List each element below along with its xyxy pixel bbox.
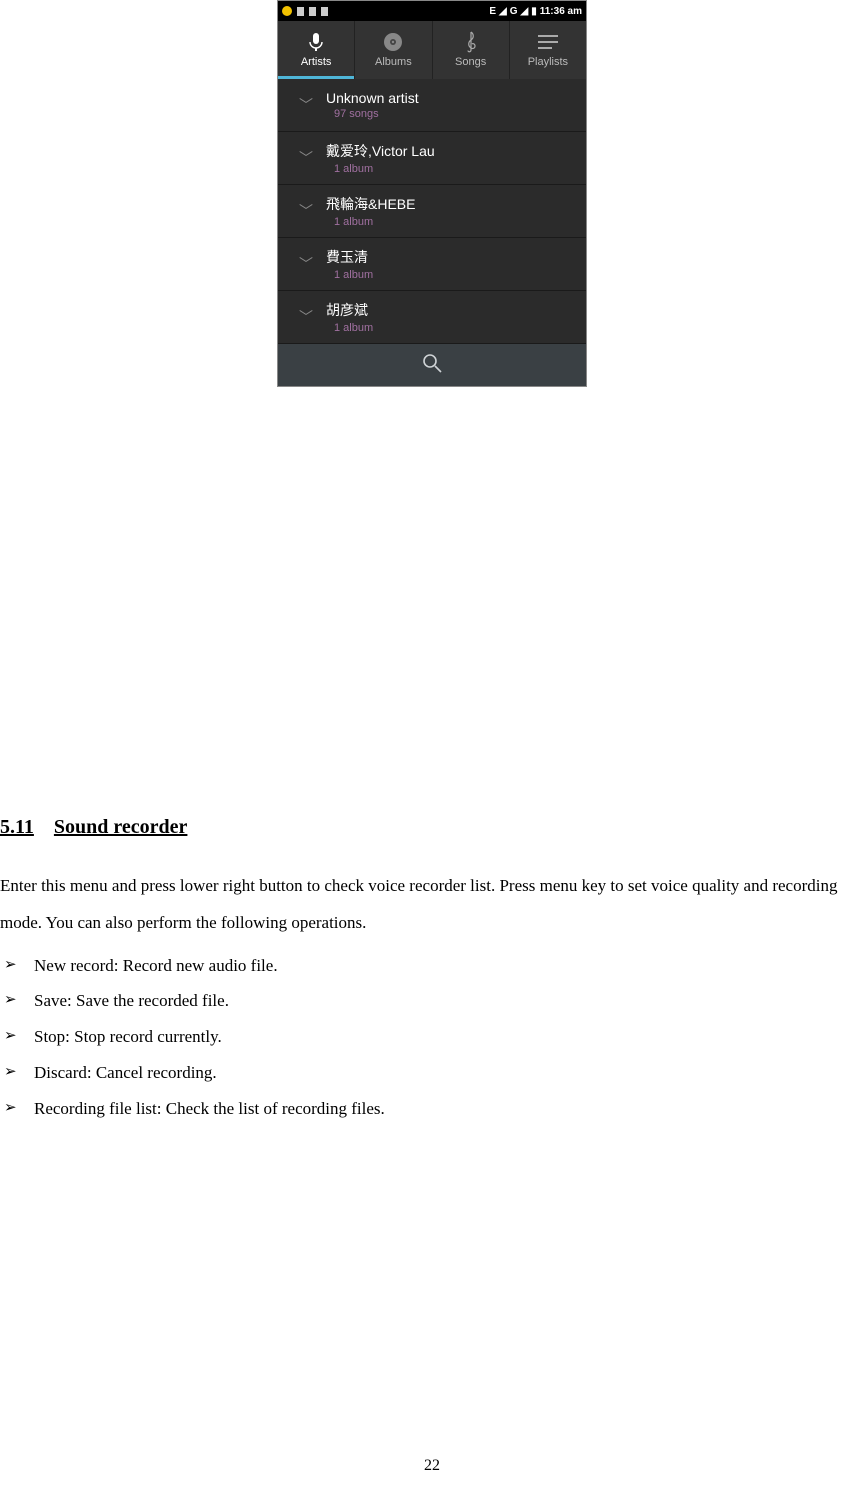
notification-icon — [282, 6, 292, 16]
bullet-item: ➢ Save: Save the recorded file. — [4, 983, 860, 1019]
artist-subtitle: 97 songs — [326, 108, 419, 120]
arrow-icon: ➢ — [4, 1091, 22, 1127]
network-e-icon: E — [489, 6, 496, 17]
chevron-down-icon[interactable]: ﹀ — [286, 95, 326, 115]
artist-name: 費玉清 — [326, 247, 373, 267]
tab-songs[interactable]: Songs — [433, 21, 510, 79]
treble-clef-icon — [461, 32, 481, 52]
tab-label: Albums — [375, 56, 412, 68]
sim-icon — [297, 7, 304, 16]
artist-list: ﹀ Unknown artist 97 songs ﹀ 戴爱玲,Victor L… — [278, 79, 586, 344]
arrow-icon: ➢ — [4, 1055, 22, 1091]
artist-subtitle: 1 album — [326, 163, 435, 175]
chevron-down-icon[interactable]: ﹀ — [286, 148, 326, 168]
tab-playlists[interactable]: Playlists — [510, 21, 586, 79]
artist-subtitle: 1 album — [326, 322, 373, 334]
sim-icon-2 — [309, 7, 316, 16]
search-icon — [421, 352, 443, 379]
section-number: 5.11 — [0, 816, 34, 838]
bullet-text: Discard: Cancel recording. — [34, 1055, 217, 1091]
network-g-icon: G — [510, 6, 518, 17]
artist-name: Unknown artist — [326, 90, 419, 106]
tab-label: Artists — [301, 56, 332, 68]
list-item[interactable]: ﹀ 戴爱玲,Victor Lau 1 album — [278, 132, 586, 185]
list-icon — [538, 32, 558, 52]
tab-label: Playlists — [528, 56, 568, 68]
artist-subtitle: 1 album — [326, 216, 415, 228]
tab-artists[interactable]: Artists — [278, 21, 355, 79]
gallery-icon — [321, 7, 328, 16]
chevron-down-icon[interactable]: ﹀ — [286, 254, 326, 274]
search-button[interactable] — [278, 344, 586, 386]
bullet-list: ➢ New record: Record new audio file. ➢ Sav… — [0, 948, 860, 1126]
tab-label: Songs — [455, 56, 486, 68]
arrow-icon: ➢ — [4, 948, 22, 984]
bullet-item: ➢ New record: Record new audio file. — [4, 948, 860, 984]
chevron-down-icon[interactable]: ﹀ — [286, 307, 326, 327]
tab-albums[interactable]: Albums — [355, 21, 432, 79]
status-bar: E ◢ G ◢ ▮ 11:36 am — [278, 1, 586, 21]
bullet-item: ➢ Recording file list: Check the list of … — [4, 1091, 860, 1127]
list-item[interactable]: ﹀ 費玉清 1 album — [278, 238, 586, 291]
section-heading: 5.11 Sound recorder — [0, 807, 860, 847]
arrow-icon: ➢ — [4, 983, 22, 1019]
bullet-item: ➢ Discard: Cancel recording. — [4, 1055, 860, 1091]
bullet-item: ➢ Stop: Stop record currently. — [4, 1019, 860, 1055]
artist-name: 飛輪海&HEBE — [326, 194, 415, 214]
chevron-down-icon[interactable]: ﹀ — [286, 201, 326, 221]
battery-icon: ▮ — [531, 6, 537, 17]
artist-subtitle: 1 album — [326, 269, 373, 281]
page-number: 22 — [0, 1457, 864, 1475]
bullet-text: Save: Save the recorded file. — [34, 983, 229, 1019]
tabs-row: Artists Albums Songs — [278, 21, 586, 79]
arrow-icon: ➢ — [4, 1019, 22, 1055]
signal-icon-2: ◢ — [521, 6, 529, 17]
bullet-text: Stop: Stop record currently. — [34, 1019, 222, 1055]
music-app-screenshot: E ◢ G ◢ ▮ 11:36 am Artists — [277, 0, 587, 387]
list-item[interactable]: ﹀ Unknown artist 97 songs — [278, 79, 586, 132]
section-intro: Enter this menu and press lower right bu… — [0, 867, 860, 942]
artist-name: 胡彦斌 — [326, 300, 373, 320]
bullet-text: New record: Record new audio file. — [34, 948, 278, 984]
artist-name: 戴爱玲,Victor Lau — [326, 141, 435, 161]
clock-text: 11:36 am — [540, 6, 582, 17]
signal-icon: ◢ — [499, 6, 507, 17]
list-item[interactable]: ﹀ 飛輪海&HEBE 1 album — [278, 185, 586, 238]
list-item[interactable]: ﹀ 胡彦斌 1 album — [278, 291, 586, 344]
disc-icon — [383, 32, 403, 52]
mic-icon — [306, 32, 326, 52]
bullet-text: Recording file list: Check the list of r… — [34, 1091, 385, 1127]
section-title: Sound recorder — [54, 816, 188, 838]
